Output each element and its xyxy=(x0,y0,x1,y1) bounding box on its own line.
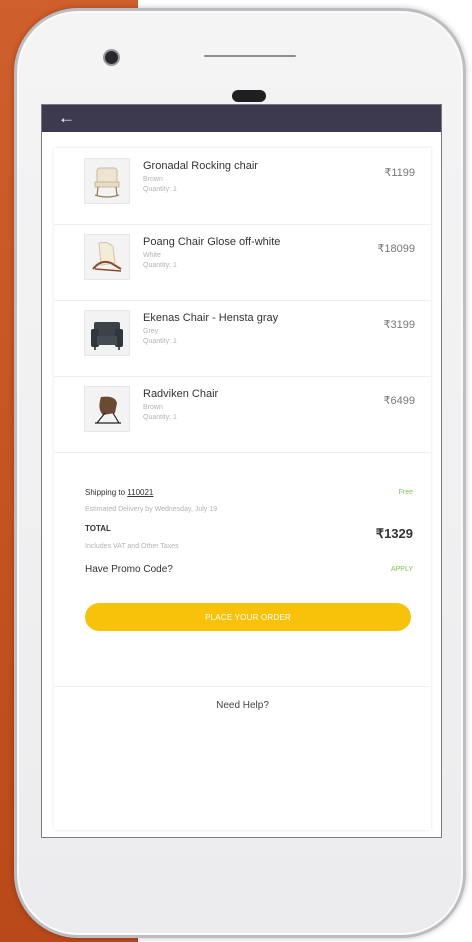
shipping-cost: Free xyxy=(398,489,413,496)
phone-screen: ← Gronadal Rocking chair Brown Quantity:… xyxy=(41,104,442,838)
list-item[interactable]: Poang Chair Glose off-white White Quanti… xyxy=(54,224,431,301)
item-name: Ekenas Chair - Hensta gray xyxy=(143,312,279,324)
tax-note: Includes VAT and Other Taxes xyxy=(85,543,179,550)
item-name: Gronadal Rocking chair xyxy=(143,160,258,172)
divider xyxy=(54,686,431,687)
place-order-button[interactable]: PLACE YOUR ORDER xyxy=(85,603,411,631)
app-bar: ← xyxy=(42,105,441,132)
pincode-link[interactable]: 110021 xyxy=(127,488,153,497)
item-price: ₹18099 xyxy=(377,243,415,255)
armchair-icon xyxy=(84,234,130,280)
item-color: Brown xyxy=(143,404,163,411)
item-color: Brown xyxy=(143,176,163,183)
delivery-estimate: Estimated Delivery by Wednesday, July 19 xyxy=(85,506,218,513)
list-item[interactable]: Ekenas Chair - Hensta gray Grey Quantity… xyxy=(54,300,431,377)
item-quantity: Quantity: 1 xyxy=(143,262,177,269)
shipping-line: Shipping to 110021 xyxy=(85,488,153,497)
front-camera xyxy=(103,49,120,66)
list-item[interactable]: Radviken Chair Brown Quantity: 1 ₹6499 xyxy=(54,376,431,453)
list-item[interactable]: Gronadal Rocking chair Brown Quantity: 1… xyxy=(54,148,431,225)
item-color: White xyxy=(143,252,161,259)
need-help-link[interactable]: Need Help? xyxy=(54,700,431,711)
rocking-chair-icon xyxy=(84,158,130,204)
shipping-label: Shipping to xyxy=(85,488,126,497)
item-quantity: Quantity: 1 xyxy=(143,186,177,193)
sofa-chair-icon xyxy=(84,310,130,356)
item-quantity: Quantity: 1 xyxy=(143,414,177,421)
item-quantity: Quantity: 1 xyxy=(143,338,177,345)
apply-promo-button[interactable]: APPLY xyxy=(391,566,413,573)
item-name: Poang Chair Glose off-white xyxy=(143,236,281,248)
item-price: ₹1199 xyxy=(384,167,415,179)
lounge-chair-icon xyxy=(84,386,130,432)
total-value: ₹1329 xyxy=(375,526,413,541)
proximity-sensor xyxy=(232,90,266,102)
earpiece-speaker xyxy=(204,55,296,57)
item-price: ₹3199 xyxy=(383,319,415,331)
arrow-left-icon[interactable]: ← xyxy=(58,109,75,127)
item-name: Radviken Chair xyxy=(143,388,219,400)
item-price: ₹6499 xyxy=(383,395,415,407)
total-label: TOTAL xyxy=(85,524,111,533)
cart-card: Gronadal Rocking chair Brown Quantity: 1… xyxy=(54,148,431,830)
promo-code-label: Have Promo Code? xyxy=(85,564,173,575)
item-color: Grey xyxy=(143,328,159,335)
